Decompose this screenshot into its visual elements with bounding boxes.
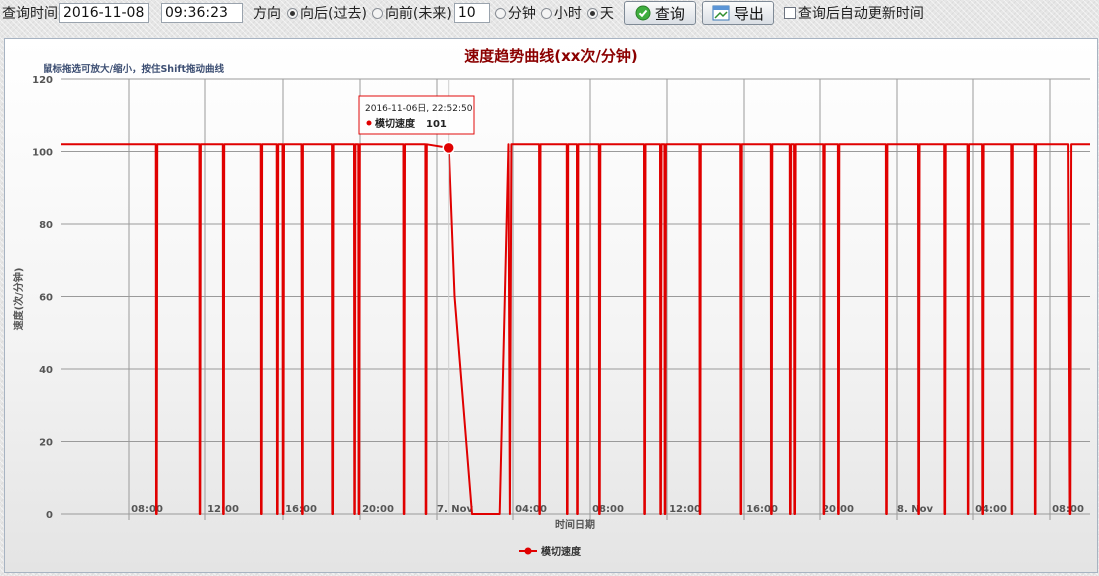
y-tick-label: 80 xyxy=(39,220,53,231)
export-button-label: 导出 xyxy=(733,4,764,23)
y-tick-label: 60 xyxy=(39,293,53,304)
x-tick-label: 16:00 xyxy=(746,504,778,515)
check-icon xyxy=(635,5,651,21)
direction-past-label: 向后(过去) xyxy=(300,6,367,22)
y-tick-label: 0 xyxy=(46,510,53,521)
x-tick-label: 08:00 xyxy=(1052,504,1084,515)
chart-title: 速度趋势曲线(xx次/分钟) xyxy=(464,47,638,65)
x-tick-label: 08:00 xyxy=(592,504,624,515)
x-tick-label: 8. Nov xyxy=(897,504,933,515)
export-button[interactable]: 导出 xyxy=(701,1,774,25)
unit-day-label: 天 xyxy=(599,6,614,22)
y-tick-label: 20 xyxy=(39,438,53,449)
unit-minute-radio[interactable]: 分钟 xyxy=(494,3,536,23)
legend-label: 模切速度 xyxy=(541,545,582,558)
direction-future-radio[interactable]: 向前(未来) xyxy=(371,3,452,23)
legend-marker xyxy=(524,547,532,555)
radio-dot xyxy=(494,7,506,19)
hover-point xyxy=(442,141,455,155)
auto-update-checkbox[interactable] xyxy=(783,7,796,19)
radio-dot-selected xyxy=(287,7,298,19)
radio-dot xyxy=(371,7,383,19)
y-tick-label: 40 xyxy=(39,365,53,376)
tooltip-value: 101 xyxy=(426,119,447,130)
query-button-label: 查询 xyxy=(654,4,685,23)
unit-hour-label: 小时 xyxy=(553,6,582,22)
y-tick-label: 100 xyxy=(32,148,53,159)
series-line-mo-qie-speed xyxy=(61,143,1090,515)
query-toolbar: 查询时间 2016-11-08 09:36:23 方向 向后(过去) 向前(未来… xyxy=(0,0,1099,26)
query-button[interactable]: 查询 xyxy=(623,1,696,25)
y-axis-label: 速度(次/分钟) xyxy=(12,268,25,331)
x-tick-label: 12:00 xyxy=(669,504,701,515)
speed-trend-chart[interactable]: 08:00 12:00 16:00 20:00 7. Nov 04:00 08:00 12:0… xyxy=(5,39,1097,572)
chart-panel: 08:00 12:00 16:00 20:00 7. Nov 04:00 08:00 12:0… xyxy=(4,38,1098,573)
y-tick-label: 120 xyxy=(32,75,53,86)
count-input[interactable]: 10 xyxy=(453,3,490,23)
unit-day-radio[interactable]: 天 xyxy=(586,3,614,23)
query-time-label: 查询时间 xyxy=(2,6,58,22)
auto-update-label: 查询后自动更新时间 xyxy=(797,6,924,22)
x-tick-label: 20:00 xyxy=(362,504,394,515)
x-tick-label: 16:00 xyxy=(285,504,317,515)
x-tick-label: 04:00 xyxy=(975,504,1007,515)
tooltip-marker xyxy=(366,120,372,126)
x-tick-label: 7. Nov xyxy=(437,504,473,515)
direction-label: 方向 xyxy=(253,6,281,22)
tooltip: 2016-11-06日, 22:52:50 模切速度 101 xyxy=(358,95,475,135)
x-axis-label: 时间日期 xyxy=(555,518,595,531)
spreadsheet-export-icon xyxy=(712,5,730,21)
x-tick-label: 08:00 xyxy=(131,504,163,515)
chart-subtitle: 鼠标拖选可放大/缩小，按住Shift拖动曲线 xyxy=(43,63,225,75)
date-input[interactable]: 2016-11-08 xyxy=(59,3,149,23)
unit-minute-label: 分钟 xyxy=(507,6,536,22)
direction-past-radio[interactable]: 向后(过去) xyxy=(287,3,367,23)
radio-dot-selected xyxy=(586,7,598,19)
x-tick-label: 04:00 xyxy=(515,504,547,515)
legend[interactable]: 模切速度 xyxy=(519,545,582,558)
radio-dot xyxy=(540,7,552,19)
tooltip-header: 2016-11-06日, 22:52:50 xyxy=(365,103,473,114)
time-input[interactable]: 09:36:23 xyxy=(161,3,243,23)
tooltip-series: 模切速度 xyxy=(375,117,416,130)
direction-future-label: 向前(未来) xyxy=(384,6,452,22)
unit-hour-radio[interactable]: 小时 xyxy=(540,3,582,23)
